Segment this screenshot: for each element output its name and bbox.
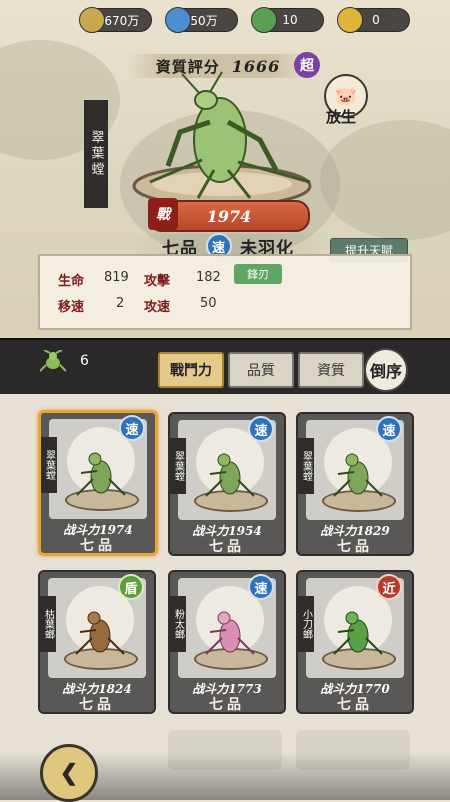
card-rank: 七品 — [209, 697, 245, 713]
card-name: 粉太螂 — [170, 596, 186, 652]
attack-stat: 攻擊 182 — [144, 270, 221, 289]
mantis-icon — [205, 611, 255, 655]
selected-insect-panel: 1670万 50万 10 0 資質評分 1666 超 翠葉螳 🐷 放生 戰 19… — [0, 0, 450, 338]
back-button[interactable]: ❮ — [40, 744, 98, 802]
stats-panel: 生命 819 攻擊 182 移速 2 攻速 50 鋒刃 — [38, 254, 412, 330]
card-rank: 七品 — [80, 538, 116, 554]
green-leaf-icon — [251, 7, 277, 33]
speed-tag: 速 — [376, 416, 402, 442]
mantis-icon — [205, 453, 255, 497]
card-power: 战斗力1829 — [320, 524, 390, 538]
reverse-order-button[interactable]: 倒序 — [364, 348, 408, 392]
card-rank: 七品 — [337, 697, 373, 713]
insect-count: 6 — [39, 349, 89, 372]
gold-leaf-icon — [337, 7, 363, 33]
insect-card[interactable]: 翠葉螳 速 战斗力1974 七品 — [38, 410, 158, 556]
resource-gold-leaf: 0 — [337, 7, 410, 33]
attack-speed-stat: 攻速 50 — [144, 296, 217, 315]
sort-toolbar: 6 戰鬥力 品質 資質 倒序 — [0, 338, 450, 396]
shield-tag: 盾 — [118, 574, 144, 600]
mantis-icon — [333, 453, 383, 497]
speed-tag: 速 — [119, 415, 145, 441]
insect-name-banner: 翠葉螳 — [84, 100, 108, 208]
move-speed-stat: 移速 2 — [58, 296, 125, 315]
blue-gem-icon — [165, 7, 191, 33]
card-name: 翠葉螳 — [298, 438, 314, 494]
melee-tag: 近 — [376, 574, 402, 600]
sort-by-aptitude-button[interactable]: 資質 — [298, 352, 364, 388]
sort-by-quality-button[interactable]: 品質 — [228, 352, 294, 388]
card-name: 翠葉螳 — [170, 438, 186, 494]
resource-blue-gem: 50万 — [165, 7, 238, 33]
mantis-icon — [76, 452, 126, 496]
card-power: 战斗力1954 — [192, 524, 262, 538]
insect-card[interactable]: 枯葉螂 盾 战斗力1824 七品 — [38, 570, 156, 714]
speed-tag: 速 — [248, 416, 274, 442]
card-power: 战斗力1773 — [192, 682, 262, 696]
battle-badge: 戰 — [148, 198, 178, 230]
card-power: 战斗力1974 — [63, 523, 133, 537]
speed-tag: 速 — [248, 574, 274, 600]
card-rank: 七品 — [337, 539, 373, 555]
hp-stat: 生命 819 — [58, 270, 129, 289]
coin-icon — [79, 7, 105, 33]
card-name: 枯葉螂 — [40, 596, 56, 652]
insect-card[interactable]: 翠葉螳 速 战斗力1829 七品 — [296, 412, 414, 556]
insect-card[interactable]: 小刀螂 近 战斗力1770 七品 — [296, 570, 414, 714]
mantis-illustration — [132, 71, 312, 208]
card-power: 战斗力1824 — [62, 682, 132, 696]
insect-card[interactable]: 翠葉螳 速 战斗力1954 七品 — [168, 412, 286, 556]
mantis-icon — [39, 349, 67, 372]
card-rank: 七品 — [209, 539, 245, 555]
card-power: 战斗力1770 — [320, 682, 390, 696]
insect-grid: 翠葉螳 速 战斗力1974 七品 翠葉螳 速 战斗力1954 七品 翠葉螳 速 … — [0, 394, 450, 800]
insect-card[interactable]: 粉太螂 速 战斗力1773 七品 — [168, 570, 286, 714]
card-name: 翠葉螳 — [41, 437, 57, 493]
resource-coin: 1670万 — [79, 7, 152, 33]
card-name: 小刀螂 — [298, 596, 314, 652]
card-rank: 七品 — [79, 697, 115, 713]
mantis-icon — [75, 611, 125, 655]
skill-tag[interactable]: 鋒刃 — [234, 264, 282, 284]
mantis-icon — [333, 611, 383, 655]
combat-power-bar: 戰 1974 — [148, 198, 310, 232]
back-arrow-icon: ❮ — [59, 760, 79, 786]
sort-by-power-button[interactable]: 戰鬥力 — [158, 352, 224, 388]
resource-green-leaf: 10 — [251, 7, 324, 33]
